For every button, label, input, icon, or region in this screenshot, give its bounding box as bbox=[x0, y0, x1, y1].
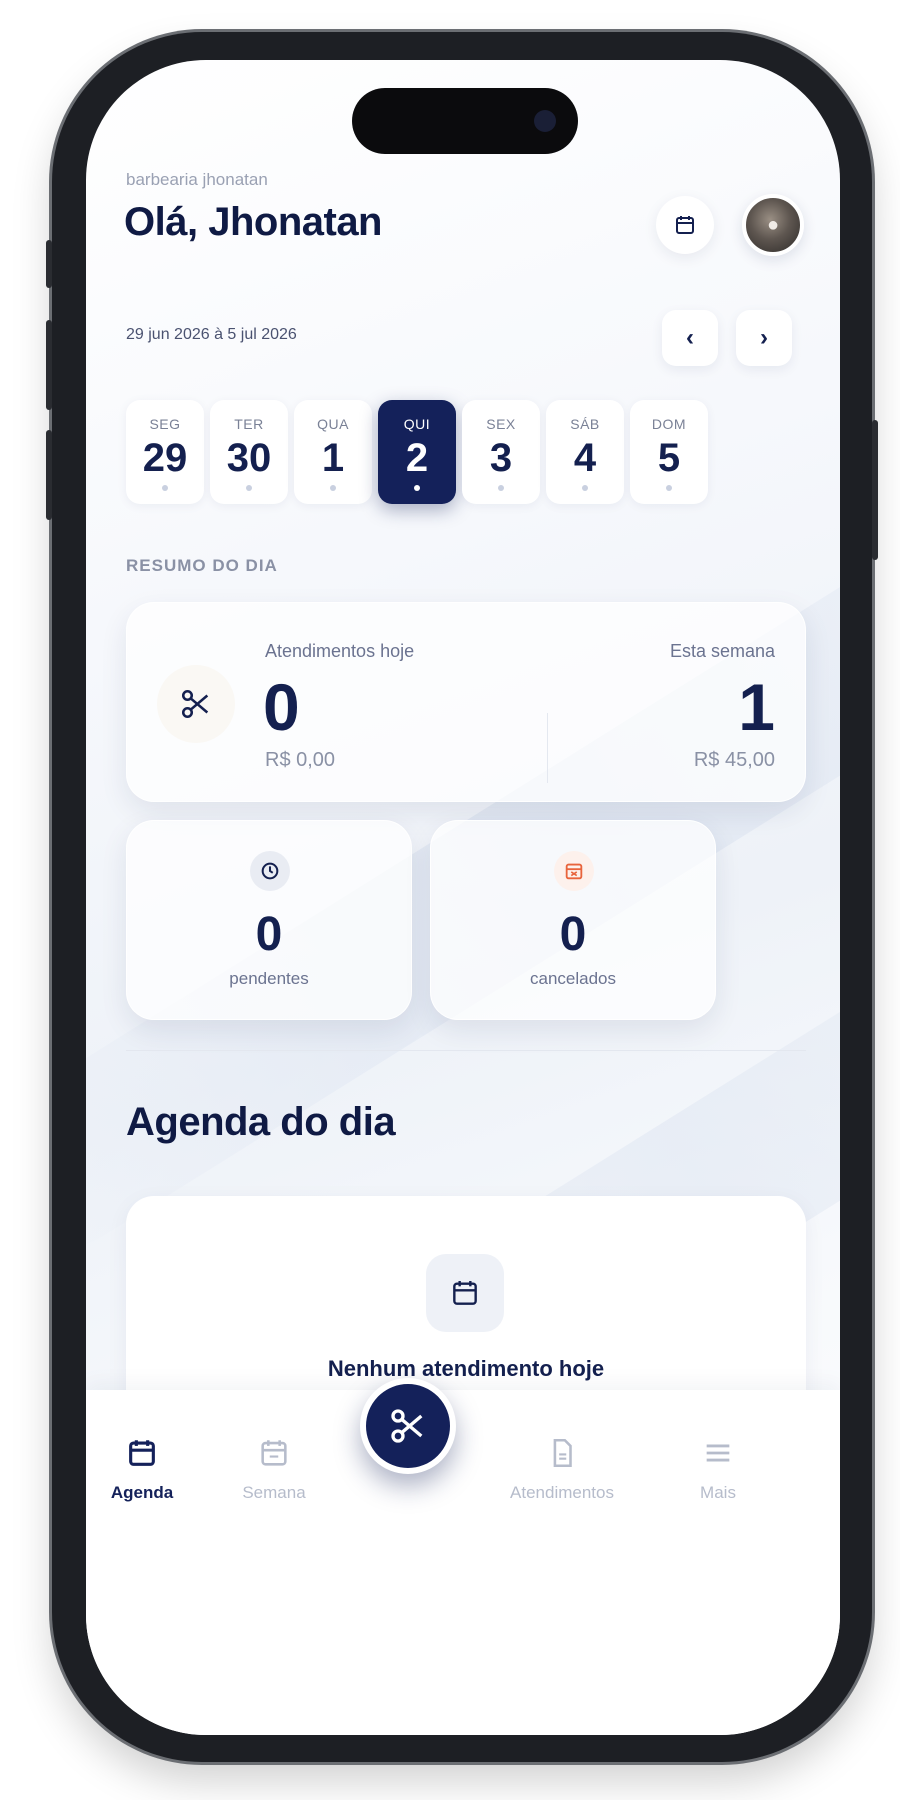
phone-power-button bbox=[872, 420, 878, 560]
user-icon: ● bbox=[766, 213, 780, 236]
tab-mais[interactable]: Mais bbox=[658, 1436, 778, 1503]
today-label: Atendimentos hoje bbox=[265, 641, 415, 661]
day-seg[interactable]: SEG 29 bbox=[126, 400, 204, 504]
day-weekday: SÁB bbox=[570, 416, 600, 432]
clock-badge bbox=[250, 851, 290, 891]
scissors-icon bbox=[391, 1409, 423, 1443]
clock-icon bbox=[261, 862, 279, 880]
pending-count: 0 bbox=[255, 908, 283, 961]
day-weekday: QUI bbox=[403, 416, 431, 432]
app-screen: barbearia jhonatan Olá, Jhonatan ● 29 ju… bbox=[86, 60, 840, 1735]
day-indicator-dot bbox=[330, 485, 336, 491]
tab-agenda[interactable]: Agenda bbox=[86, 1436, 202, 1503]
day-indicator-dot bbox=[582, 485, 588, 491]
phone-action-button bbox=[46, 240, 52, 288]
agenda-title: Agenda do dia bbox=[126, 1100, 396, 1144]
today-count: 0 bbox=[263, 670, 300, 744]
section-divider bbox=[126, 1050, 806, 1051]
previous-week-button[interactable]: ‹ bbox=[662, 310, 718, 366]
day-number: 3 bbox=[489, 436, 513, 480]
day-indicator-dot bbox=[498, 485, 504, 491]
cancelled-count: 0 bbox=[559, 908, 587, 961]
day-number: 5 bbox=[657, 436, 681, 480]
calendar-icon bbox=[453, 1281, 477, 1305]
scissors-icon bbox=[181, 689, 209, 719]
chevron-right-icon: › bbox=[760, 324, 768, 351]
summary-card: Atendimentos hoje 0 R$ 0,00 Esta semana … bbox=[126, 602, 806, 802]
tab-semana[interactable]: Semana bbox=[214, 1436, 334, 1503]
day-indicator-dot bbox=[246, 485, 252, 491]
tab-label: Semana bbox=[242, 1483, 306, 1502]
calendar-x-badge bbox=[554, 851, 594, 891]
greeting-title: Olá, Jhonatan bbox=[124, 200, 383, 244]
phone-volume-down bbox=[46, 430, 52, 520]
day-weekday: DOM bbox=[651, 416, 687, 432]
day-ter[interactable]: TER 30 bbox=[210, 400, 288, 504]
document-icon bbox=[553, 1438, 572, 1468]
week-amount: R$ 45,00 bbox=[693, 749, 775, 771]
tab-label: Atendimentos bbox=[510, 1483, 614, 1502]
day-sex[interactable]: SEX 3 bbox=[462, 400, 540, 504]
camera-icon bbox=[534, 110, 556, 132]
day-dom[interactable]: DOM 5 bbox=[630, 400, 708, 504]
calendar-week-icon bbox=[261, 1440, 287, 1466]
day-sáb[interactable]: SÁB 4 bbox=[546, 400, 624, 504]
tab-label: Agenda bbox=[110, 1483, 174, 1502]
day-indicator-dot bbox=[666, 485, 672, 491]
empty-calendar-badge bbox=[426, 1254, 504, 1332]
week-label: Esta semana bbox=[669, 641, 775, 661]
day-number: 4 bbox=[573, 436, 597, 480]
calendar-cancel-icon bbox=[565, 863, 583, 880]
day-weekday: SEX bbox=[486, 416, 516, 432]
today-amount: R$ 0,00 bbox=[265, 749, 336, 771]
day-number: 29 bbox=[142, 436, 188, 480]
next-week-button[interactable]: › bbox=[736, 310, 792, 366]
week-range: 29 jun 2026 à 5 jul 2026 bbox=[126, 326, 297, 343]
day-weekday: TER bbox=[234, 416, 264, 432]
tab-label: Mais bbox=[700, 1483, 736, 1502]
chevron-left-icon: ‹ bbox=[686, 324, 694, 351]
tab-bar: Agenda Semana Atendimentos Mais bbox=[86, 1390, 840, 1735]
day-indicator-dot bbox=[162, 485, 168, 491]
pending-label: pendentes bbox=[229, 969, 309, 988]
tab-atendimentos[interactable]: Atendimentos bbox=[488, 1436, 636, 1503]
section-label: RESUMO DO DIA bbox=[126, 556, 278, 575]
day-qui[interactable]: QUI 2 bbox=[378, 400, 456, 504]
calendar-icon bbox=[676, 216, 694, 234]
week-count: 1 bbox=[738, 670, 775, 744]
cancelled-label: cancelados bbox=[529, 969, 616, 988]
day-number: 30 bbox=[226, 436, 272, 480]
day-number: 2 bbox=[405, 436, 429, 480]
day-number: 1 bbox=[321, 436, 345, 480]
calendar-icon bbox=[129, 1440, 155, 1466]
scissors-badge bbox=[157, 665, 235, 743]
cancelled-card[interactable]: 0 cancelados bbox=[430, 820, 716, 1020]
day-weekday: QUA bbox=[317, 416, 349, 432]
new-appointment-button[interactable] bbox=[360, 1378, 456, 1474]
day-qua[interactable]: QUA 1 bbox=[294, 400, 372, 504]
divider bbox=[547, 713, 548, 783]
pending-card[interactable]: 0 pendentes bbox=[126, 820, 412, 1020]
phone-volume-up bbox=[46, 320, 52, 410]
avatar[interactable]: ● bbox=[742, 194, 804, 256]
dynamic-island bbox=[352, 88, 578, 154]
day-weekday: SEG bbox=[149, 416, 181, 432]
empty-state-title: Nenhum atendimento hoje bbox=[327, 1356, 605, 1381]
menu-icon bbox=[706, 1444, 730, 1462]
brand-name: barbearia jhonatan bbox=[126, 170, 268, 189]
day-indicator-dot bbox=[414, 485, 420, 491]
calendar-button[interactable] bbox=[656, 196, 714, 254]
